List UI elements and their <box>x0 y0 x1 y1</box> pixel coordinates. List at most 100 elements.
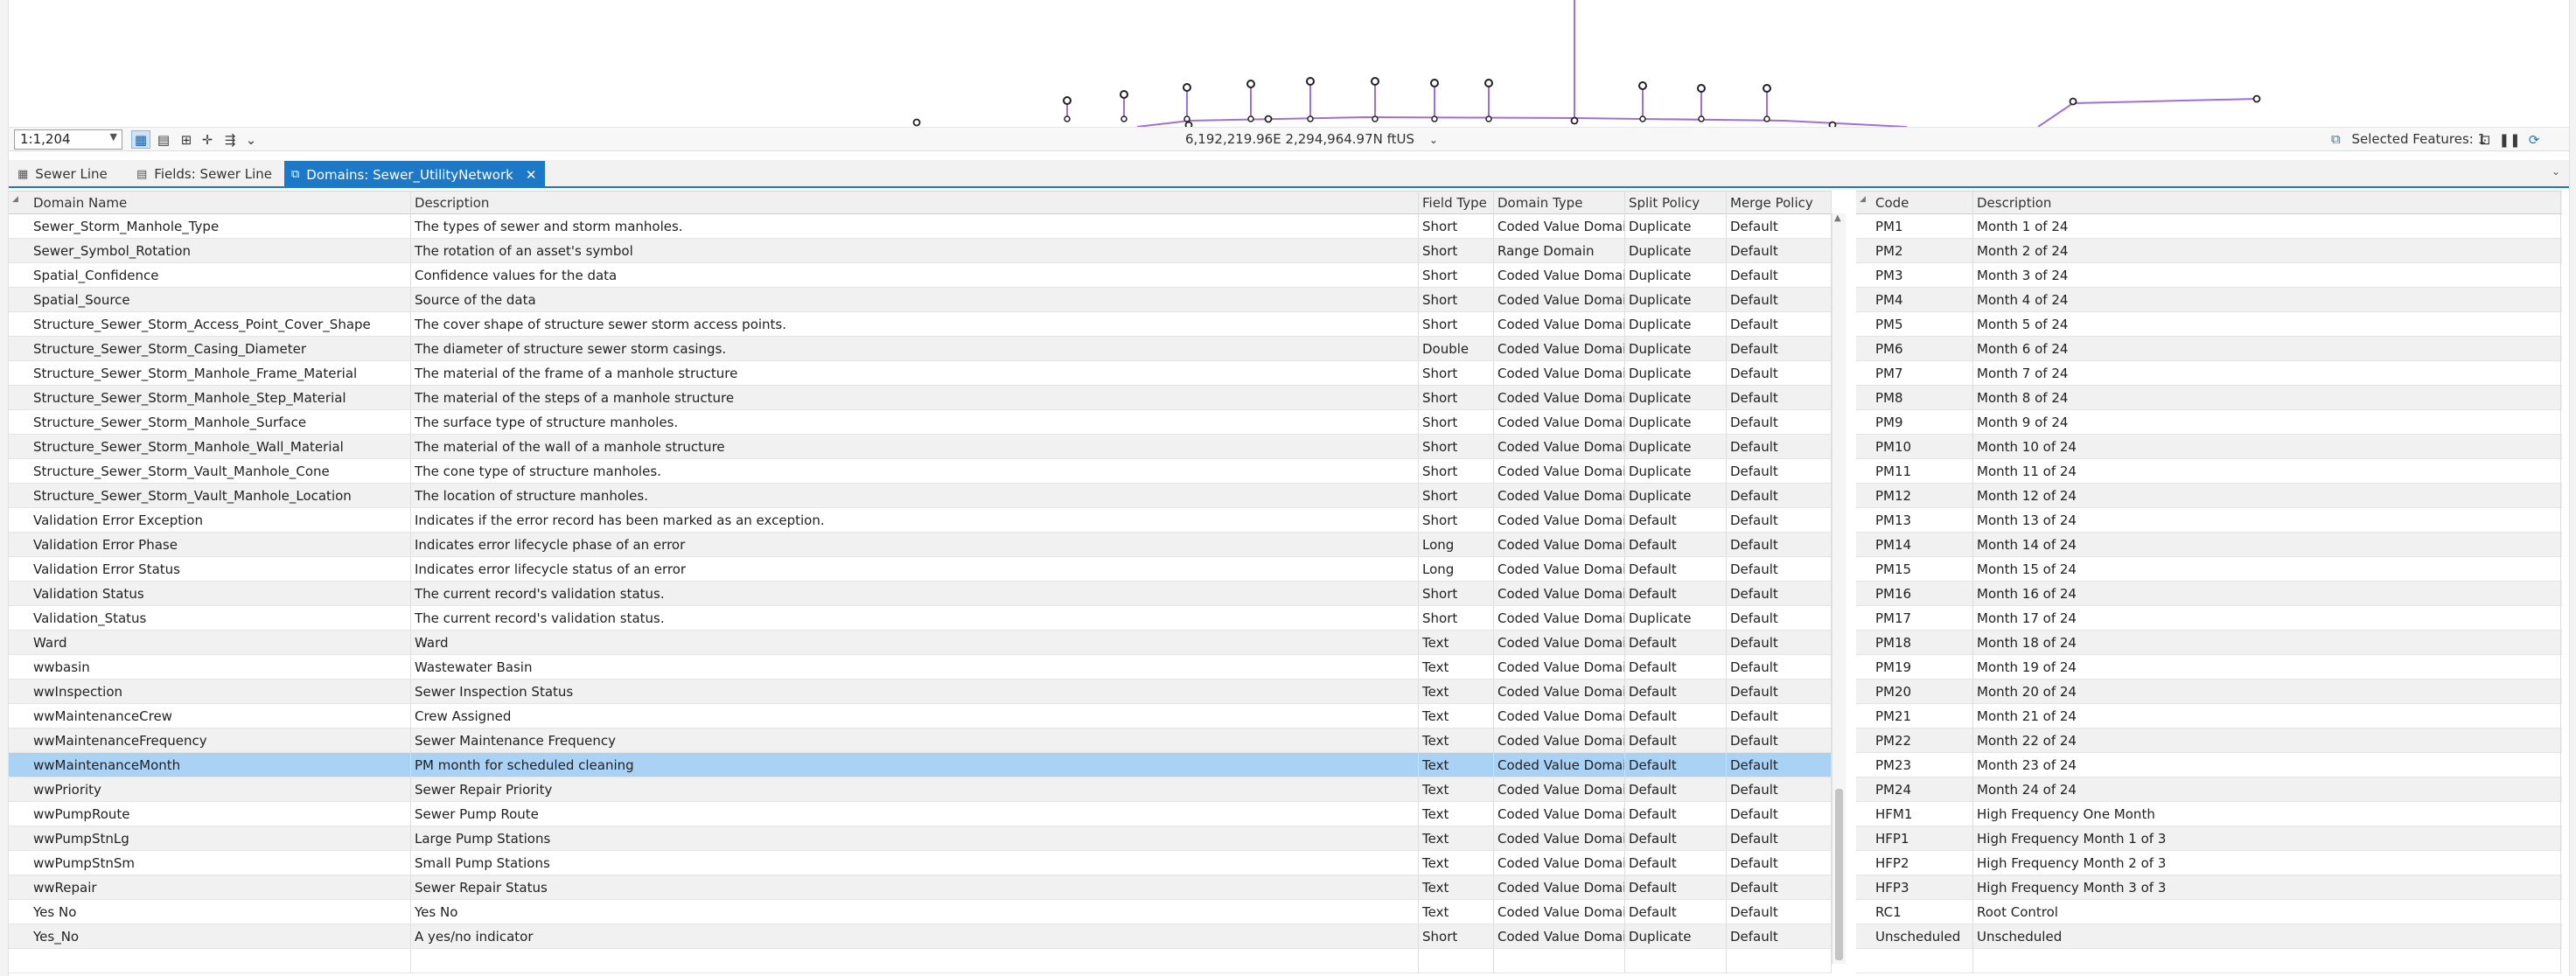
table-row[interactable]: PM19Month 19 of 24 <box>1856 655 2562 680</box>
table-cell-merge-policy[interactable]: Default <box>1727 680 1832 704</box>
table-cell-field-type[interactable]: Double <box>1419 337 1494 361</box>
table-cell-code[interactable]: HFP2 <box>1872 851 1973 875</box>
table-cell-code[interactable]: PM10 <box>1872 435 1973 459</box>
manhole-point[interactable] <box>914 120 920 126</box>
junction-point[interactable] <box>1640 116 1645 122</box>
table-cell-domain-name[interactable]: Structure_Sewer_Storm_Manhole_Frame_Mate… <box>30 361 411 386</box>
table-cell-code[interactable]: PM19 <box>1872 655 1973 680</box>
table-cell-code[interactable]: HFM1 <box>1872 802 1973 826</box>
table-row[interactable]: HFP2High Frequency Month 2 of 3 <box>1856 851 2562 875</box>
table-cell-domain-name[interactable]: Ward <box>30 631 411 655</box>
table-cell-code[interactable]: HFP3 <box>1872 875 1973 900</box>
table-row[interactable]: PM14Month 14 of 24 <box>1856 533 2562 557</box>
chevron-down-icon[interactable]: ▼ <box>110 131 117 143</box>
table-cell-code[interactable]: PM24 <box>1872 777 1973 802</box>
table-row[interactable]: PM16Month 16 of 24 <box>1856 582 2562 606</box>
table-cell-merge-policy[interactable]: Default <box>1727 459 1832 484</box>
table-cell-description[interactable]: Month 22 of 24 <box>1973 729 2561 753</box>
table-row[interactable]: Yes NoYes NoTextCoded Value DomainDefaul… <box>9 900 1832 924</box>
table-row[interactable]: Spatial_SourceSource of the dataShortCod… <box>9 288 1832 312</box>
table-cell-domain-type[interactable]: Coded Value Domain <box>1494 802 1625 826</box>
table-cell-merge-policy[interactable]: Default <box>1727 214 1832 239</box>
table-cell-domain-name[interactable]: Structure_Sewer_Storm_Vault_Manhole_Loca… <box>30 484 411 508</box>
table-cell-field-type[interactable]: Text <box>1419 802 1494 826</box>
table-cell-domain-name[interactable]: Structure_Sewer_Storm_Manhole_Step_Mater… <box>30 386 411 410</box>
refresh-view-icon[interactable]: ⊡ <box>2475 130 2495 149</box>
table-cell-domain-type[interactable]: Coded Value Domain <box>1494 655 1625 680</box>
table-cell-domain-name[interactable]: wwPumpStnSm <box>30 851 411 875</box>
table-row[interactable]: wwPrioritySewer Repair PriorityTextCoded… <box>9 777 1832 802</box>
table-cell-split-policy[interactable]: Default <box>1625 851 1727 875</box>
table-row[interactable]: UnscheduledUnscheduled <box>1856 924 2562 949</box>
table-cell-description[interactable]: The material of the frame of a manhole s… <box>411 361 1419 386</box>
select-all-icon[interactable]: ◢ <box>12 195 18 204</box>
table-cell-merge-policy[interactable]: Default <box>1727 875 1832 900</box>
chevron-down-icon[interactable]: ⌄ <box>2552 165 2560 178</box>
table-cell-merge-policy[interactable]: Default <box>1727 361 1832 386</box>
table-cell-code[interactable]: PM7 <box>1872 361 1973 386</box>
table-cell-domain-name[interactable]: Validation Error Exception <box>30 508 411 533</box>
table-cell-description[interactable]: Crew Assigned <box>411 704 1419 729</box>
scroll-up-icon[interactable]: ▲ <box>1834 213 1841 223</box>
table-cell-merge-policy[interactable]: Default <box>1727 729 1832 753</box>
table-cell-domain-name[interactable]: wwPumpStnLg <box>30 826 411 851</box>
table-cell-description[interactable]: Month 10 of 24 <box>1973 435 2561 459</box>
table-cell-description[interactable]: Indicates error lifecycle status of an e… <box>411 557 1419 582</box>
table-cell-code[interactable]: PM11 <box>1872 459 1973 484</box>
table-row[interactable]: Validation StatusThe current record's va… <box>9 582 1832 606</box>
table-cell-field-type[interactable]: Text <box>1419 631 1494 655</box>
table-cell-split-policy[interactable]: Duplicate <box>1625 386 1727 410</box>
manhole-point[interactable] <box>1183 84 1190 91</box>
table-cell-split-policy[interactable]: Duplicate <box>1625 924 1727 949</box>
table-cell-merge-policy[interactable]: Default <box>1727 851 1832 875</box>
table-row[interactable]: PM18Month 18 of 24 <box>1856 631 2562 655</box>
table-cell-domain-type[interactable]: Coded Value Domain <box>1494 704 1625 729</box>
column-header-merge-policy[interactable]: Merge Policy <box>1727 192 1832 214</box>
grid-view-icon[interactable]: ▦ <box>131 130 150 149</box>
table-cell-merge-policy[interactable]: Default <box>1727 753 1832 777</box>
table-cell-domain-name[interactable]: wwMaintenanceCrew <box>30 704 411 729</box>
table-cell-field-type[interactable]: Short <box>1419 214 1494 239</box>
table-cell-code[interactable]: PM9 <box>1872 410 1973 435</box>
map-canvas[interactable] <box>0 0 2576 127</box>
junction-point[interactable] <box>1372 116 1378 122</box>
manhole-point[interactable] <box>1307 78 1314 85</box>
table-row[interactable]: Structure_Sewer_Storm_Casing_DiameterThe… <box>9 337 1832 361</box>
tab-fields-sewer-line[interactable]: ▤ Fields: Sewer Line <box>129 162 281 186</box>
coordinate-readout[interactable]: 6,192,219.96E 2,294,964.97N ftUS ⌄ <box>1185 131 1438 147</box>
table-cell-field-type[interactable]: Short <box>1419 606 1494 631</box>
table-cell-domain-type[interactable]: Coded Value Domain <box>1494 680 1625 704</box>
table-row[interactable]: wwMaintenanceCrewCrew AssignedTextCoded … <box>9 704 1832 729</box>
empty-cell[interactable] <box>1973 949 2561 973</box>
table-cell-code[interactable]: PM20 <box>1872 680 1973 704</box>
table-row[interactable]: Sewer_Symbol_RotationThe rotation of an … <box>9 239 1832 263</box>
table-cell-description[interactable]: High Frequency Month 2 of 3 <box>1973 851 2561 875</box>
table-cell-description[interactable]: The surface type of structure manholes. <box>411 410 1419 435</box>
table-cell-domain-type[interactable]: Coded Value Domain <box>1494 484 1625 508</box>
table-cell-description[interactable]: Wastewater Basin <box>411 655 1419 680</box>
table-cell-code[interactable]: PM13 <box>1872 508 1973 533</box>
table-cell-split-policy[interactable]: Duplicate <box>1625 410 1727 435</box>
table-cell-field-type[interactable]: Short <box>1419 288 1494 312</box>
table-cell-description[interactable]: Source of the data <box>411 288 1419 312</box>
table-row[interactable]: PM8Month 8 of 24 <box>1856 386 2562 410</box>
table-cell-code[interactable]: PM16 <box>1872 582 1973 606</box>
table-cell-domain-name[interactable]: Yes No <box>30 900 411 924</box>
table-cell-description[interactable]: Sewer Repair Priority <box>411 777 1419 802</box>
table-row[interactable]: PM17Month 17 of 24 <box>1856 606 2562 631</box>
table-cell-split-policy[interactable]: Duplicate <box>1625 288 1727 312</box>
table-cell-field-type[interactable]: Short <box>1419 582 1494 606</box>
table-row[interactable]: PM6Month 6 of 24 <box>1856 337 2562 361</box>
domains-table-scrollbar[interactable]: ▲ <box>1832 213 1846 964</box>
manhole-point[interactable] <box>1064 97 1071 104</box>
table-cell-domain-name[interactable]: Structure_Sewer_Storm_Manhole_Wall_Mater… <box>30 435 411 459</box>
table-cell-merge-policy[interactable]: Default <box>1727 435 1832 459</box>
table-cell-merge-policy[interactable]: Default <box>1727 777 1832 802</box>
column-header-domain-name[interactable]: Domain Name <box>30 192 411 214</box>
table-cell-code[interactable]: PM18 <box>1872 631 1973 655</box>
junction-point[interactable] <box>1184 116 1190 122</box>
table-cell-split-policy[interactable]: Default <box>1625 704 1727 729</box>
table-row[interactable]: Structure_Sewer_Storm_Manhole_Wall_Mater… <box>9 435 1832 459</box>
table-row[interactable]: wwPumpRouteSewer Pump RouteTextCoded Val… <box>9 802 1832 826</box>
table-cell-description[interactable]: Sewer Maintenance Frequency <box>411 729 1419 753</box>
